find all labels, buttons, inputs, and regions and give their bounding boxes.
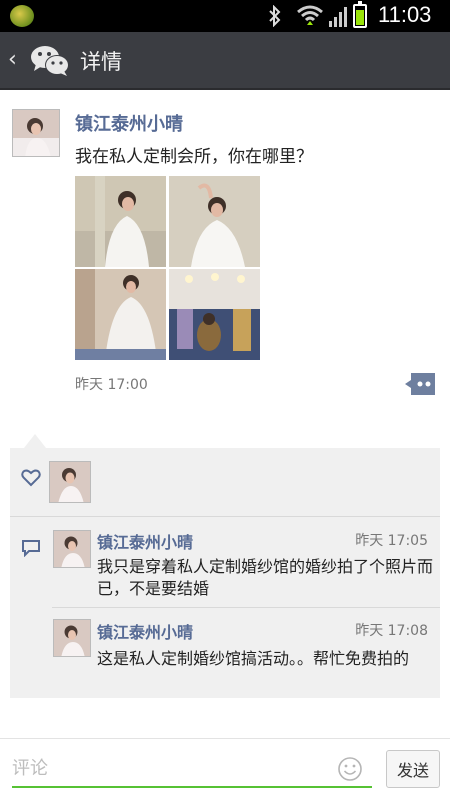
more-comment-icon[interactable]: [405, 373, 435, 395]
comment-author-name[interactable]: 镇江泰州小晴: [97, 529, 193, 553]
wifi-icon: [297, 5, 323, 25]
comment-text: 我只是穿着私人定制婚纱馆的婚纱拍了个照片而已，不是要结婚: [97, 557, 434, 598]
comment-avatar[interactable]: [53, 619, 91, 657]
page-title: 详情: [80, 50, 122, 74]
comment-divider: [52, 607, 440, 608]
signal-icon: [329, 7, 347, 27]
comment-author-name[interactable]: 镇江泰州小晴: [97, 619, 193, 643]
author-avatar[interactable]: [12, 109, 60, 157]
bluetooth-icon: [269, 5, 281, 27]
wechat-icon[interactable]: [30, 44, 70, 78]
post-photo-3[interactable]: [75, 269, 166, 360]
post-text: 我在私人定制会所，你在哪里？: [75, 147, 313, 167]
post-author-name[interactable]: 镇江泰州小晴: [75, 110, 183, 136]
post-photo-2[interactable]: [169, 176, 260, 267]
comment-icon: [22, 540, 40, 557]
comment-input[interactable]: [12, 750, 372, 788]
chevron-left-icon[interactable]: ‹: [8, 48, 17, 72]
panel-divider: [10, 516, 440, 517]
post-time: 昨天 17:00: [75, 377, 148, 393]
post-photo-1[interactable]: [75, 176, 166, 267]
post-photo-4[interactable]: [169, 269, 260, 360]
battery-level-fill: [356, 10, 364, 25]
battery-icon: [353, 1, 367, 28]
send-button[interactable]: 发送: [386, 750, 440, 788]
app-notification-icon: [10, 5, 34, 27]
smiley-icon[interactable]: [337, 756, 363, 782]
status-time: 11:03: [378, 2, 432, 27]
like-user-avatar[interactable]: [49, 461, 91, 503]
comment-avatar[interactable]: [53, 530, 91, 568]
comment-time: 昨天 17:05: [355, 533, 428, 549]
comment-time: 昨天 17:08: [355, 623, 428, 639]
heart-icon: [21, 469, 41, 487]
panel-pointer: [24, 434, 46, 448]
title-bar: ‹ 详情: [0, 32, 450, 90]
status-bar: 11:03: [0, 0, 450, 32]
comment-text: 这是私人定制婚纱馆搞活动。。帮忙免费拍的: [97, 649, 410, 668]
